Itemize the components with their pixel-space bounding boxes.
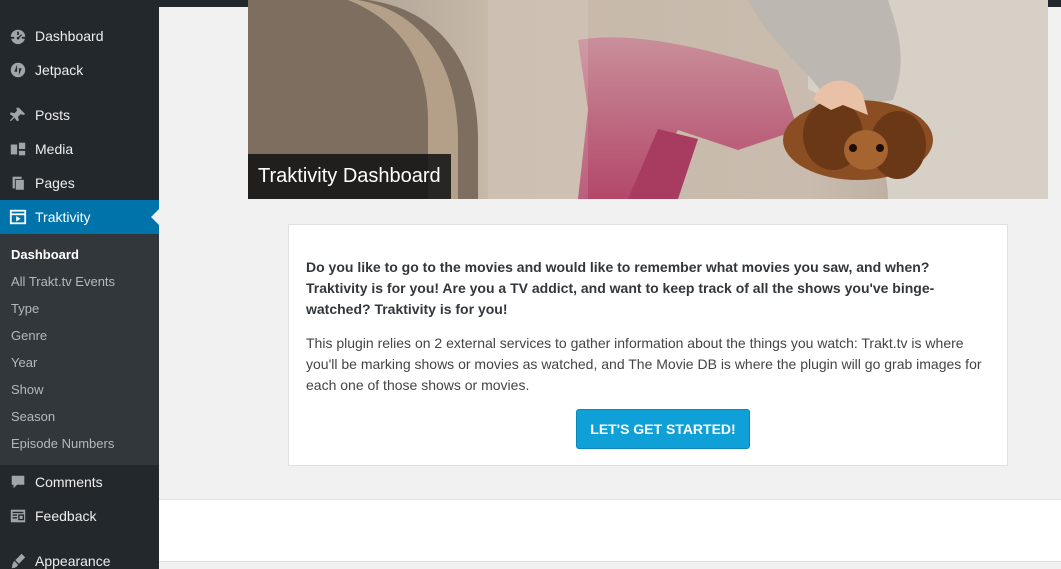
sidebar-item-label: Jetpack: [35, 62, 84, 78]
submenu-item-events[interactable]: All Trakt.tv Events: [11, 274, 115, 289]
submenu-item-dashboard[interactable]: Dashboard: [11, 247, 79, 262]
sidebar-item-label: Appearance: [35, 553, 111, 569]
media-icon: [0, 140, 35, 158]
intro-text: Do you like to go to the movies and woul…: [306, 259, 935, 317]
sidebar-item-label: Pages: [35, 175, 75, 191]
sidebar-item-comments[interactable]: Comments: [0, 465, 159, 499]
pages-icon: [0, 174, 35, 192]
video-icon: [0, 208, 35, 226]
sidebar-item-jetpack[interactable]: Jetpack: [0, 53, 159, 87]
sidebar-item-label: Traktivity: [35, 209, 91, 225]
submenu-item-genre[interactable]: Genre: [11, 328, 47, 343]
dashboard-icon: [0, 27, 35, 45]
submenu-item-type[interactable]: Type: [11, 301, 39, 316]
welcome-card: Do you like to go to the movies and woul…: [288, 224, 1008, 466]
sidebar-item-label: Feedback: [35, 508, 97, 524]
submenu-item-episode-numbers[interactable]: Episode Numbers: [11, 436, 114, 451]
sidebar-item-media[interactable]: Media: [0, 132, 159, 166]
admin-sidebar: Dashboard Jetpack Posts Media Pages Trak…: [0, 0, 159, 569]
sidebar-item-feedback[interactable]: Feedback: [0, 499, 159, 533]
sidebar-item-posts[interactable]: Posts: [0, 98, 159, 132]
jetpack-icon: [0, 61, 35, 79]
brush-icon: [0, 552, 35, 569]
sidebar-item-pages[interactable]: Pages: [0, 166, 159, 200]
submenu-item-year[interactable]: Year: [11, 355, 37, 370]
hero-title: Traktivity Dashboard: [248, 154, 451, 199]
sidebar-item-label: Posts: [35, 107, 71, 123]
description-text: This plugin relies on 2 external service…: [306, 335, 982, 393]
submenu-item-show[interactable]: Show: [11, 382, 44, 397]
sidebar-item-label: Media: [35, 141, 74, 157]
sidebar-item-label: Dashboard: [35, 28, 104, 44]
submenu-item-season[interactable]: Season: [11, 409, 55, 424]
sidebar-item-label: Comments: [35, 474, 103, 490]
traktivity-submenu: Dashboard All Trakt.tv Events Type Genre…: [0, 234, 159, 465]
pin-icon: [0, 106, 35, 124]
comment-icon: [0, 473, 35, 491]
sidebar-item-appearance[interactable]: Appearance: [0, 544, 159, 569]
feedback-icon: [0, 507, 35, 525]
get-started-button[interactable]: LET'S GET STARTED!: [576, 409, 750, 449]
footer-band: [159, 499, 1061, 562]
sidebar-item-dashboard[interactable]: Dashboard: [0, 19, 159, 53]
sidebar-item-traktivity[interactable]: Traktivity: [0, 200, 159, 234]
